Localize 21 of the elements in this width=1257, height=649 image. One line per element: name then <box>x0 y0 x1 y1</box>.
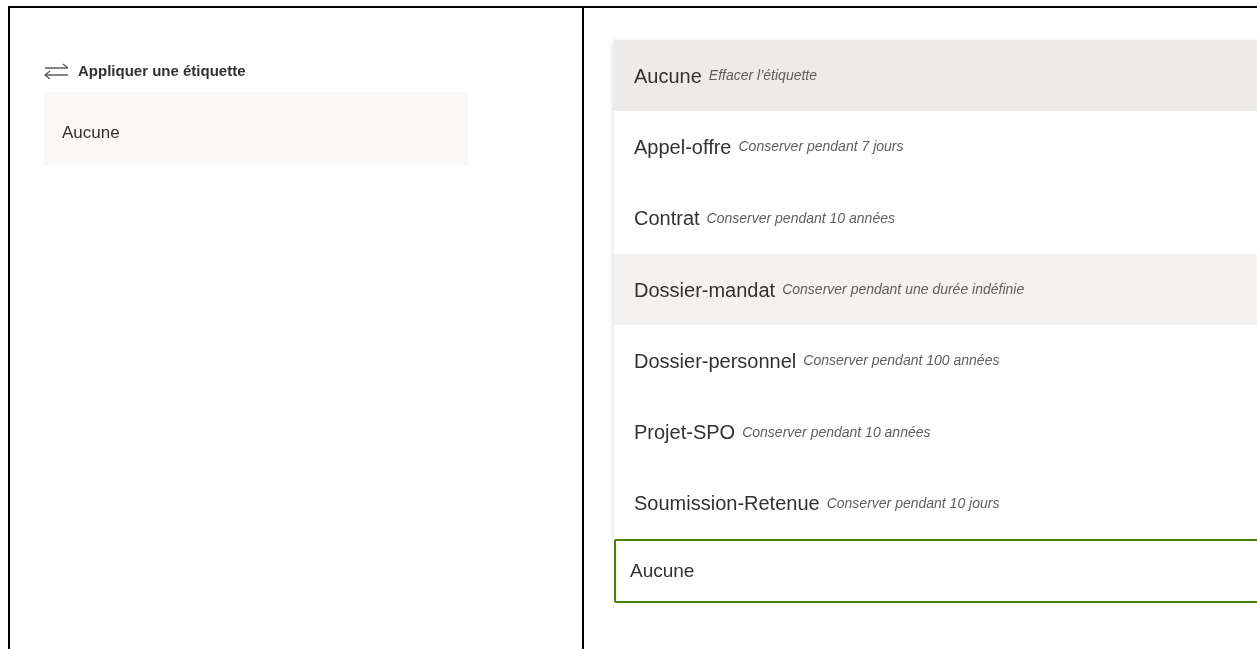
option-description: Effacer l’étiquette <box>708 66 817 86</box>
dropdown-option[interactable]: Aucune Effacer l’étiquette <box>614 40 1257 112</box>
panel-title: Appliquer une étiquette <box>78 61 246 81</box>
option-description: Conserver pendant 10 années <box>742 422 931 442</box>
option-label: Dossier-mandat <box>634 277 776 303</box>
input-field[interactable]: Aucune <box>614 539 1257 604</box>
option-description: Conserver pendant une durée indéfinie <box>782 280 1025 300</box>
option-label: Aucune <box>634 63 702 89</box>
option-label: Appel-offre <box>634 134 732 160</box>
swap-arrows-icon <box>44 63 70 80</box>
option-description: Conserver pendant 100 années <box>803 351 1000 371</box>
option-label: Contrat <box>634 206 700 232</box>
option-description: Conserver pendant 10 années <box>706 208 895 228</box>
label-field[interactable]: Aucune <box>44 91 468 166</box>
dropdown-option[interactable]: Soumission-Retenue Conserver pendant 10 jours <box>614 467 1257 540</box>
option-description: Conserver pendant 10 jours <box>826 493 1000 513</box>
option-label: Dossier-personnel <box>634 348 797 374</box>
option-label: Soumission-Retenue <box>634 491 820 517</box>
option-label: Projet-SPO <box>634 420 736 446</box>
option-description: Conserver pendant 7 jours <box>738 137 904 157</box>
dropdown-option[interactable]: Dossier-mandat Conserver pendant une durée indéfinie <box>614 253 1257 326</box>
